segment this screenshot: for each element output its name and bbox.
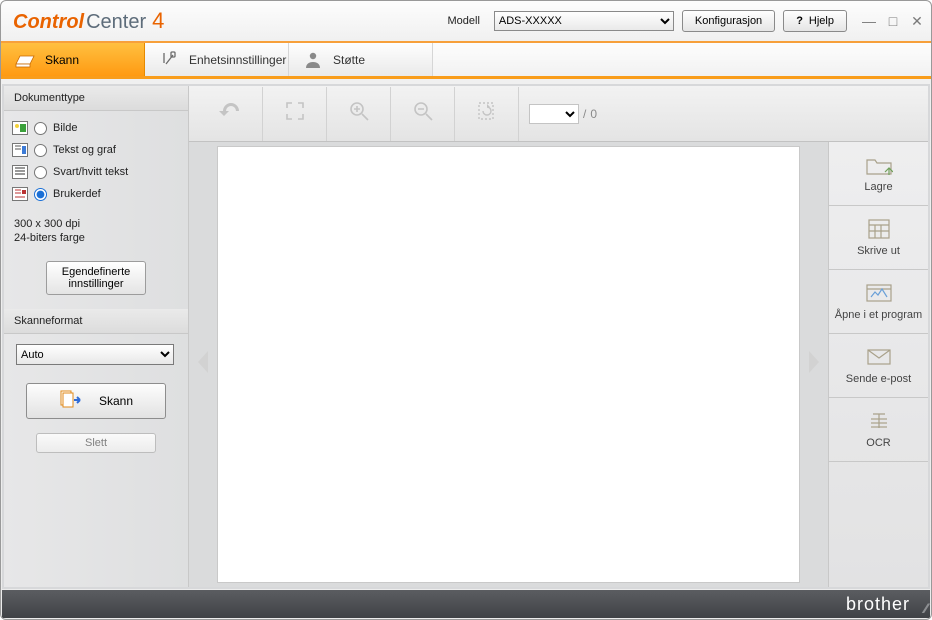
fit-icon [284,100,306,127]
rotate-button[interactable] [455,87,519,141]
open-action-label: Åpne i et program [835,309,922,321]
color-depth-line: 24-biters farge [14,231,188,245]
email-action-label: Sende e-post [846,373,911,385]
calendar-print-icon [865,218,893,240]
ocr-action[interactable]: OCR [829,398,928,462]
chevron-left-icon [194,349,212,380]
preview-wrap: Lagre Skrive ut Åpne i et program [189,142,928,587]
page-sep: / [583,107,586,121]
undo-button[interactable] [199,87,263,141]
app-window-icon [865,282,893,304]
envelope-icon [865,346,893,368]
tab-device-settings[interactable]: Enhetsinnstillinger [145,43,289,76]
ocr-icon [865,410,893,432]
photo-icon [12,121,28,135]
tab-strip: Skann Enhetsinnstillinger Støtte [1,41,931,79]
app-window: Control Center 4 Modell ADS-XXXXX Konfig… [0,0,932,620]
zoom-in-button[interactable] [327,87,391,141]
tab-scan-label: Skann [45,53,79,67]
scanner-icon [15,50,35,70]
app-title: Control Center 4 [13,8,164,34]
radio-text-label: Tekst og graf [53,144,116,156]
delete-button[interactable]: Slett [36,433,156,453]
chevron-right-icon [805,349,823,380]
radio-image-label: Bilde [53,122,77,134]
tab-support-label: Støtte [333,53,365,67]
title-bar: Control Center 4 Modell ADS-XXXXX Konfig… [1,1,931,41]
dpi-line: 300 x 300 dpi [14,217,188,231]
brand-label: brother [846,594,910,615]
config-button[interactable]: Konfigurasjon [682,10,775,32]
page-select[interactable] [529,104,579,124]
text-graphics-icon [12,143,28,157]
doctype-radios: Bilde Tekst og graf Svart/hvitt tekst [4,111,188,215]
zoom-in-icon [348,100,370,127]
close-icon[interactable]: ✕ [909,13,925,30]
doctype-header: Dokumenttype [4,86,188,111]
tab-scan[interactable]: Skann [1,43,145,76]
title-sub: Center [86,11,146,34]
print-action[interactable]: Skrive ut [829,206,928,270]
minimize-icon[interactable]: — [861,13,877,30]
help-button[interactable]: ? Hjelp [783,10,847,32]
folder-save-icon [865,154,893,176]
page-total: 0 [590,107,597,121]
scan-icon [59,389,83,414]
tab-device-label: Enhetsinnstillinger [189,53,286,67]
undo-icon [219,101,243,126]
config-button-label: Konfigurasjon [695,15,762,27]
ocr-action-label: OCR [866,437,890,449]
preview-toolbar: / 0 [189,86,928,142]
custom-doc-icon [12,187,28,201]
model-label: Modell [448,15,480,27]
scan-format-header: Skanneformat [4,309,188,334]
sidebar: Dokumenttype Bilde Tekst og graf [4,86,189,587]
main-body: Dokumenttype Bilde Tekst og graf [2,84,930,589]
help-button-label: Hjelp [809,15,834,27]
scan-button[interactable]: Skann [26,383,166,419]
resolution-info: 300 x 300 dpi 24-biters farge [4,215,188,257]
radio-custom[interactable]: Brukerdef [12,183,180,205]
next-page-button[interactable] [800,142,828,587]
action-strip: Lagre Skrive ut Åpne i et program [828,142,928,587]
prev-page-button[interactable] [189,142,217,587]
radio-text-graphics[interactable]: Tekst og graf [12,139,180,161]
save-action-label: Lagre [864,181,892,193]
radio-custom-label: Brukerdef [53,188,101,200]
footer: brother ⁄⁄⁄ [2,590,930,618]
send-email-action[interactable]: Sende e-post [829,334,928,398]
radio-bw-label: Svart/hvitt tekst [53,166,128,178]
page-indicator: / 0 [529,104,597,124]
custom-settings-button[interactable]: Egendefinerte innstillinger [46,261,146,295]
help-icon: ? [796,15,803,27]
save-action[interactable]: Lagre [829,142,928,206]
content-area: / 0 [189,86,928,587]
model-select[interactable]: ADS-XXXXX [494,11,674,31]
bw-text-icon [12,165,28,179]
radio-bw-text[interactable]: Svart/hvitt tekst [12,161,180,183]
preview-canvas [217,146,800,583]
radio-image[interactable]: Bilde [12,117,180,139]
fit-button[interactable] [263,87,327,141]
open-program-action[interactable]: Åpne i et program [829,270,928,334]
zoom-out-button[interactable] [391,87,455,141]
title-main: Control [13,11,84,34]
scan-button-label: Skann [99,394,133,408]
tab-support[interactable]: Støtte [289,43,433,76]
rotate-icon [476,100,498,127]
title-number: 4 [152,8,164,34]
tools-icon [159,50,179,70]
print-action-label: Skrive ut [857,245,900,257]
scan-format-select[interactable]: Auto [16,344,174,365]
maximize-icon[interactable]: □ [885,13,901,30]
person-icon [303,50,323,70]
zoom-out-icon [412,100,434,127]
